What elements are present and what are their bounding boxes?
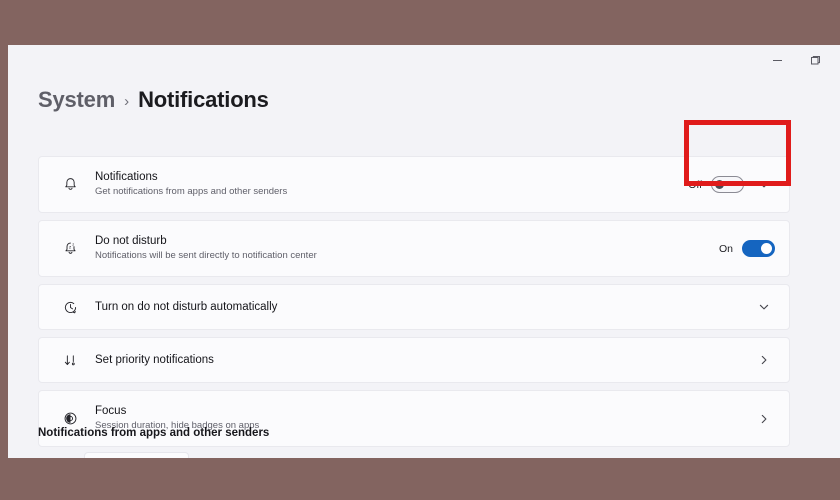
settings-row-do-not-disturb[interactable]: z z Do not disturb Notifications will be… <box>38 220 790 277</box>
priority-sort-icon <box>55 352 85 369</box>
settings-row-title: Set priority notifications <box>95 353 214 366</box>
bell-zzz-icon: z z <box>55 240 85 257</box>
settings-row-title: Turn on do not disturb automatically <box>95 300 278 313</box>
settings-row-controls: Off <box>688 174 775 196</box>
settings-row-text: Do not disturb Notifications will be sen… <box>85 234 719 263</box>
sort-row: Sort by: Most recent <box>38 452 790 458</box>
settings-row-priority-notifications[interactable]: Set priority notifications <box>38 337 790 383</box>
settings-window: System › Notifications Notifications Get… <box>8 45 840 458</box>
notifications-toggle-label: Off <box>688 178 702 191</box>
settings-row-title: Notifications <box>95 171 158 183</box>
svg-text:z: z <box>72 241 74 246</box>
chevron-down-icon[interactable] <box>753 174 775 196</box>
settings-row-text: Set priority notifications <box>85 353 753 368</box>
breadcrumb-parent-link[interactable]: System <box>38 87 115 113</box>
settings-row-notifications[interactable]: Notifications Get notifications from app… <box>38 156 790 213</box>
settings-card-list: Notifications Get notifications from app… <box>38 156 790 454</box>
do-not-disturb-toggle-label: On <box>718 242 733 255</box>
maximize-button[interactable] <box>800 45 830 75</box>
settings-row-subtitle: Notifications will be sent directly to n… <box>95 250 317 261</box>
chevron-right-icon[interactable] <box>753 349 775 371</box>
settings-row-title: Do not disturb <box>95 235 167 247</box>
settings-row-controls: On <box>719 240 775 257</box>
sort-by-dropdown[interactable]: Most recent <box>84 452 190 458</box>
settings-row-subtitle: Get notifications from apps and other se… <box>95 186 288 197</box>
toggle-knob <box>715 180 724 189</box>
minimize-button[interactable] <box>762 45 792 75</box>
page-title: Notifications <box>138 87 269 112</box>
settings-row-title: Focus <box>95 405 127 417</box>
focus-target-icon <box>55 410 85 427</box>
chevron-down-icon[interactable] <box>753 296 775 318</box>
breadcrumb-separator-icon: › <box>124 92 130 110</box>
clock-arrow-icon <box>55 299 85 316</box>
notifications-toggle[interactable] <box>711 176 744 193</box>
settings-row-auto-do-not-disturb[interactable]: Turn on do not disturb automatically <box>38 284 790 330</box>
bell-icon <box>55 176 85 193</box>
window-titlebar <box>8 45 840 75</box>
settings-row-controls <box>753 349 775 371</box>
settings-content: System › Notifications Notifications Get… <box>8 75 840 458</box>
breadcrumb: System › Notifications <box>38 87 269 113</box>
section-heading: Notifications from apps and other sender… <box>38 427 270 439</box>
do-not-disturb-toggle[interactable] <box>742 240 775 257</box>
settings-row-text: Notifications Get notifications from app… <box>85 170 688 199</box>
settings-row-controls <box>753 296 775 318</box>
toggle-knob <box>761 243 772 254</box>
screenshot-frame: System › Notifications Notifications Get… <box>0 0 840 500</box>
settings-row-text: Turn on do not disturb automatically <box>85 300 753 315</box>
apps-notifications-section: Notifications from apps and other sender… <box>38 427 790 458</box>
